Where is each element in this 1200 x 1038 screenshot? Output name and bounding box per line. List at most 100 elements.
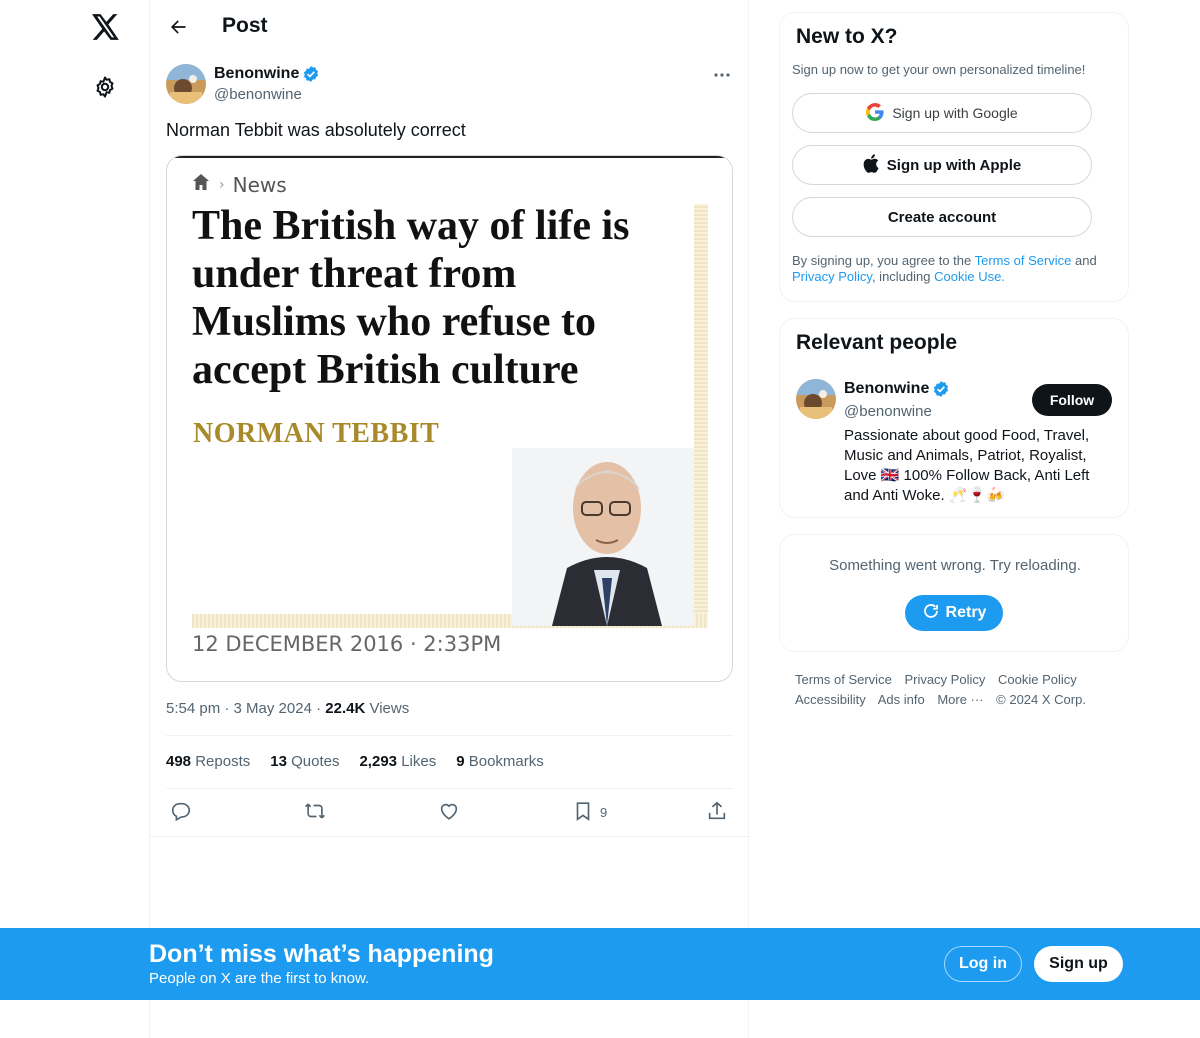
- error-card: Something went wrong. Try reloading. Ret…: [779, 534, 1129, 652]
- legal-text: and: [1071, 253, 1097, 268]
- verified-badge-icon: [302, 65, 320, 83]
- footer-link-ads-info[interactable]: Ads info: [878, 692, 925, 707]
- google-icon: [866, 102, 884, 124]
- more-options-icon[interactable]: [710, 66, 734, 84]
- author-name-text[interactable]: Benonwine: [214, 65, 299, 83]
- refresh-icon: [922, 602, 940, 625]
- signup-card: New to X? Sign up now to get your own pe…: [779, 12, 1129, 302]
- quotes-stat[interactable]: 13 Quotes: [270, 753, 339, 770]
- footer-link-privacy[interactable]: Privacy Policy: [904, 672, 985, 687]
- decorative-frame: [694, 204, 708, 624]
- log-in-button[interactable]: Log in: [944, 946, 1022, 982]
- reposts-stat[interactable]: 498 Reposts: [166, 753, 250, 770]
- views-label: Views: [369, 700, 410, 717]
- reply-icon: [170, 800, 192, 825]
- post-time[interactable]: 5:54 pm: [166, 700, 220, 717]
- legal-text: By signing up, you agree to the: [792, 253, 975, 268]
- create-account-button[interactable]: Create account: [792, 197, 1092, 237]
- portrait-photo: [512, 448, 694, 626]
- signup-apple-label: Sign up with Apple: [886, 156, 1022, 174]
- post-meta: 5:54 pm · 3 May 2024 · 22.4K Views: [166, 700, 409, 717]
- author-name[interactable]: Benonwine: [214, 65, 320, 83]
- article-byline: NORMAN TEBBIT: [193, 418, 440, 449]
- news-screenshot: › News The British way of life is under …: [167, 156, 732, 681]
- banner-subtitle: People on X are the first to know.: [149, 970, 370, 987]
- article-dateline: 12 DECEMBER 2016 · 2:33PM: [192, 632, 502, 656]
- back-arrow-icon[interactable]: [164, 13, 192, 41]
- verified-badge-icon: [932, 380, 950, 398]
- quotes-count: 13: [270, 753, 287, 770]
- post-actions: 9: [166, 798, 733, 826]
- views-count: 22.4K: [325, 700, 366, 717]
- heart-icon: [438, 800, 460, 825]
- chevron-right-icon: ›: [219, 176, 225, 193]
- reply-button[interactable]: [170, 800, 192, 825]
- post-image[interactable]: › News The British way of life is under …: [166, 155, 733, 682]
- avatar[interactable]: [796, 379, 836, 419]
- footer-link-accessibility[interactable]: Accessibility: [795, 692, 866, 707]
- relevant-people-card: Relevant people Benonwine @benonwine Fol…: [779, 318, 1129, 518]
- share-icon: [706, 800, 728, 825]
- sign-up-button[interactable]: Sign up: [1034, 946, 1123, 982]
- share-button[interactable]: [706, 800, 728, 825]
- post-date[interactable]: 3 May 2024: [234, 700, 312, 717]
- privacy-link[interactable]: Privacy Policy: [792, 269, 872, 284]
- quotes-label: Quotes: [291, 753, 340, 770]
- signup-legal-text: By signing up, you agree to the Terms of…: [792, 253, 1122, 285]
- retry-button[interactable]: Retry: [905, 595, 1003, 631]
- relevant-user-name[interactable]: Benonwine: [844, 380, 950, 398]
- repost-button[interactable]: [304, 800, 326, 825]
- news-breadcrumb: › News: [191, 172, 287, 197]
- left-nav: [0, 0, 149, 1038]
- main-column: Post Benonwine @benonwine Norman Tebbit …: [149, 0, 750, 1038]
- apple-icon: [863, 153, 879, 177]
- like-button[interactable]: [438, 800, 460, 825]
- relevant-user-handle[interactable]: @benonwine: [844, 403, 932, 420]
- x-logo-icon[interactable]: [89, 10, 123, 44]
- article-headline: The British way of life is under threat …: [192, 203, 630, 393]
- post-stats: 498 Reposts 13 Quotes 2,293 Likes 9 Book…: [166, 753, 544, 770]
- page-title: Post: [222, 14, 268, 37]
- signup-card-subtitle: Sign up now to get your own personalized…: [792, 62, 1086, 77]
- create-account-label: Create account: [887, 208, 997, 226]
- footer-link-terms[interactable]: Terms of Service: [795, 672, 892, 687]
- divider: [166, 735, 733, 736]
- likes-label: Likes: [401, 753, 437, 770]
- divider: [166, 788, 733, 789]
- banner-title: Don’t miss what’s happening: [149, 940, 494, 968]
- footer-link-more[interactable]: More ···: [937, 692, 983, 707]
- signup-google-button[interactable]: Sign up with Google: [792, 93, 1092, 133]
- bookmark-count: 9: [600, 805, 608, 820]
- relevant-user-name-text[interactable]: Benonwine: [844, 380, 929, 398]
- follow-button[interactable]: Follow: [1032, 384, 1112, 416]
- bookmarks-label: Bookmarks: [468, 753, 544, 770]
- avatar[interactable]: [166, 64, 206, 104]
- signup-apple-button[interactable]: Sign up with Apple: [792, 145, 1092, 185]
- likes-stat[interactable]: 2,293 Likes: [359, 753, 436, 770]
- bookmark-icon: [572, 800, 594, 825]
- likes-count: 2,293: [359, 753, 398, 770]
- signup-google-label: Sign up with Google: [892, 105, 1018, 121]
- login-banner: Don’t miss what’s happening People on X …: [0, 928, 1200, 1000]
- divider: [150, 836, 750, 837]
- bookmarks-count: 9: [456, 753, 465, 770]
- meta-separator: ·: [316, 700, 326, 717]
- bookmarks-stat[interactable]: 9 Bookmarks: [456, 753, 544, 770]
- bookmark-button[interactable]: 9: [572, 800, 607, 825]
- repost-icon: [304, 800, 326, 825]
- author-handle[interactable]: @benonwine: [214, 86, 302, 103]
- cookie-link[interactable]: Cookie Use.: [934, 269, 1005, 284]
- post-text: Norman Tebbit was absolutely correct: [166, 120, 466, 140]
- terms-link[interactable]: Terms of Service: [975, 253, 1072, 268]
- footer-link-cookie[interactable]: Cookie Policy: [998, 672, 1077, 687]
- footer-copyright: © 2024 X Corp.: [996, 692, 1086, 707]
- relevant-people-title: Relevant people: [796, 331, 958, 354]
- meta-separator: ·: [224, 700, 234, 717]
- post-header: Post: [150, 0, 750, 54]
- reposts-label: Reposts: [195, 753, 251, 770]
- home-icon: [191, 172, 211, 197]
- error-message: Something went wrong. Try reloading.: [829, 557, 1081, 574]
- reposts-count: 498: [166, 753, 192, 770]
- gear-icon[interactable]: [90, 72, 120, 102]
- footer-links: Terms of Service Privacy Policy Cookie P…: [795, 670, 1125, 710]
